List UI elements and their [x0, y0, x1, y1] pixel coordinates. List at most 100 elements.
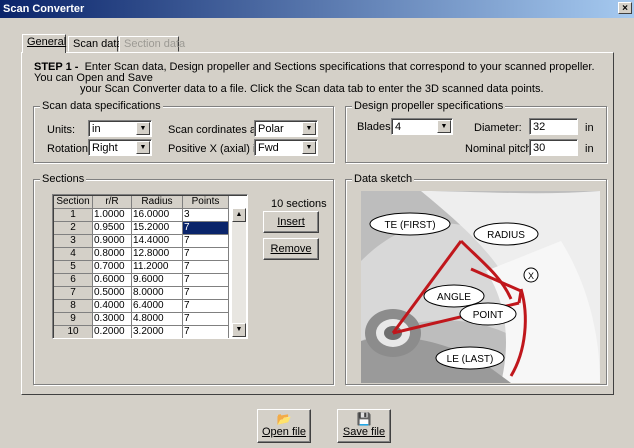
- units-select[interactable]: in ▼: [88, 120, 152, 137]
- callout-radius: RADIUS: [487, 230, 525, 241]
- cell-radius[interactable]: 14.4000: [131, 234, 183, 248]
- cell-section: 9: [54, 312, 93, 326]
- cell-radius[interactable]: 16.0000: [131, 208, 183, 222]
- propeller-sketch-drawing: TE (FIRST) RADIUS ANGLE POINT LE (LAST) …: [361, 191, 600, 383]
- cell-section: 10: [54, 325, 93, 338]
- table-row[interactable]: 2 0.9500 15.2000 7: [54, 221, 229, 235]
- cell-rr[interactable]: 0.6000: [92, 273, 132, 287]
- step-text-line2: your Scan Converter data to a file. Clic…: [80, 83, 544, 95]
- save-file-label: Save file: [342, 426, 386, 438]
- cell-points[interactable]: 7: [182, 260, 229, 274]
- callout-point: POINT: [473, 310, 504, 321]
- open-file-label: Open file: [261, 426, 307, 438]
- cell-points[interactable]: 7: [182, 312, 229, 326]
- cell-radius[interactable]: 12.8000: [131, 247, 183, 261]
- rotation-select[interactable]: Right ▼: [88, 139, 152, 156]
- positive-x-label: Positive X (axial) is:: [168, 143, 264, 155]
- floppy-disk-icon: 💾: [356, 412, 372, 426]
- cell-rr[interactable]: 0.2000: [92, 325, 132, 338]
- cell-radius[interactable]: 11.2000: [131, 260, 183, 274]
- table-row[interactable]: 1 1.0000 16.0000 3: [54, 208, 229, 222]
- step-instructions: STEP 1 - Enter Scan data, Design propell…: [34, 62, 604, 95]
- chevron-down-icon[interactable]: ▼: [136, 122, 150, 135]
- cell-section: 2: [54, 221, 93, 235]
- coords-select[interactable]: Polar ▼: [254, 120, 318, 137]
- cell-points[interactable]: 7: [182, 286, 229, 300]
- cell-radius[interactable]: 8.0000: [131, 286, 183, 300]
- grid-scrollbar[interactable]: ▲ ▼: [232, 208, 246, 337]
- cell-points[interactable]: 7: [182, 234, 229, 248]
- insert-button[interactable]: Insert: [263, 211, 319, 233]
- cell-section: 3: [54, 234, 93, 248]
- table-row[interactable]: 10 0.2000 3.2000 7: [54, 325, 229, 338]
- cell-rr[interactable]: 1.0000: [92, 208, 132, 222]
- remove-button[interactable]: Remove: [263, 238, 319, 260]
- cell-rr[interactable]: 0.4000: [92, 299, 132, 313]
- sections-grid[interactable]: Section r/R Radius Points 1 1.0000 16.0000…: [52, 194, 248, 339]
- save-file-button[interactable]: 💾 Save file: [337, 409, 391, 443]
- folder-open-icon: 📂: [276, 412, 292, 426]
- cell-section: 6: [54, 273, 93, 287]
- cell-section: 7: [54, 286, 93, 300]
- callout-te: TE (FIRST): [384, 220, 435, 231]
- diameter-field[interactable]: 32: [529, 118, 578, 135]
- open-file-button[interactable]: 📂 Open file: [257, 409, 311, 443]
- cell-points[interactable]: 7: [182, 325, 229, 338]
- cell-rr[interactable]: 0.9000: [92, 234, 132, 248]
- title-bar: Scan Converter ×: [0, 0, 634, 18]
- cell-points[interactable]: 7: [182, 247, 229, 261]
- table-row[interactable]: 4 0.8000 12.8000 7: [54, 247, 229, 261]
- diameter-label: Diameter:: [474, 122, 522, 134]
- propeller-sketch-image: TE (FIRST) RADIUS ANGLE POINT LE (LAST) …: [361, 191, 600, 383]
- rotation-label: Rotation:: [47, 143, 92, 155]
- cell-section: 5: [54, 260, 93, 274]
- table-row[interactable]: 8 0.4000 6.4000 7: [54, 299, 229, 313]
- scroll-up-icon[interactable]: ▲: [232, 208, 246, 222]
- cell-radius[interactable]: 6.4000: [131, 299, 183, 313]
- cell-points[interactable]: 7: [182, 273, 229, 287]
- close-button[interactable]: ×: [618, 2, 632, 14]
- cell-radius[interactable]: 3.2000: [131, 325, 183, 338]
- tab-section-data: Section data: [119, 36, 185, 52]
- cell-rr[interactable]: 0.8000: [92, 247, 132, 261]
- cell-points[interactable]: 7: [182, 299, 229, 313]
- table-row[interactable]: 3 0.9000 14.4000 7: [54, 234, 229, 248]
- tab-scan-data[interactable]: Scan data: [68, 36, 123, 52]
- cell-section: 1: [54, 208, 93, 222]
- data-sketch-title: Data sketch: [352, 173, 415, 185]
- cell-rr[interactable]: 0.7000: [92, 260, 132, 274]
- cell-rr[interactable]: 0.9500: [92, 221, 132, 235]
- table-row[interactable]: 9 0.3000 4.8000 7: [54, 312, 229, 326]
- grid-header-row: Section r/R Radius Points: [54, 196, 229, 209]
- scan-specs-title: Scan data specifications: [40, 100, 163, 112]
- cell-section: 4: [54, 247, 93, 261]
- pitch-field[interactable]: 30: [529, 139, 578, 156]
- cell-radius[interactable]: 15.2000: [131, 221, 183, 235]
- chevron-down-icon[interactable]: ▼: [437, 120, 451, 133]
- tab-general[interactable]: General: [22, 34, 66, 53]
- blades-select[interactable]: 4 ▼: [391, 118, 453, 135]
- chevron-down-icon[interactable]: ▼: [136, 141, 150, 154]
- pitch-label: Nominal pitch:: [465, 143, 535, 155]
- cell-section: 8: [54, 299, 93, 313]
- table-row[interactable]: 7 0.5000 8.0000 7: [54, 286, 229, 300]
- chevron-down-icon[interactable]: ▼: [302, 122, 316, 135]
- units-label: Units:: [47, 124, 76, 136]
- cell-radius[interactable]: 9.6000: [131, 273, 183, 287]
- table-row[interactable]: 6 0.6000 9.6000 7: [54, 273, 229, 287]
- design-specs-title: Design propeller specifications: [352, 100, 506, 112]
- callout-x-mark: X: [528, 271, 534, 281]
- pitch-unit: in: [585, 143, 594, 155]
- scroll-down-icon[interactable]: ▼: [232, 323, 246, 337]
- cell-points[interactable]: 7: [182, 221, 229, 235]
- cell-rr[interactable]: 0.3000: [92, 312, 132, 326]
- chevron-down-icon[interactable]: ▼: [302, 141, 316, 154]
- cell-rr[interactable]: 0.5000: [92, 286, 132, 300]
- positive-x-select[interactable]: Fwd ▼: [254, 139, 318, 156]
- cell-points[interactable]: 3: [182, 208, 229, 222]
- column-header-rr: r/R: [92, 196, 132, 209]
- cell-radius[interactable]: 4.8000: [131, 312, 183, 326]
- section-count: 10 sections: [271, 198, 327, 210]
- table-row[interactable]: 5 0.7000 11.2000 7: [54, 260, 229, 274]
- sections-title: Sections: [40, 173, 87, 185]
